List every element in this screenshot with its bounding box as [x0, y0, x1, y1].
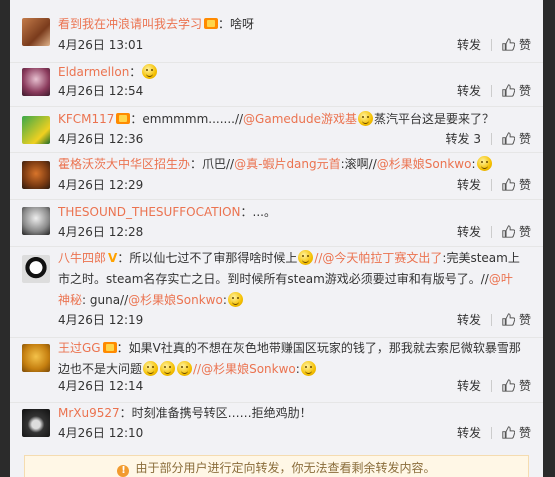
thumbs-up-icon [502, 379, 515, 392]
smile-emoji-icon [143, 361, 159, 376]
divider [490, 427, 492, 439]
thumbs-up-icon [502, 225, 515, 238]
timestamp: 4月26日 13:01 [58, 38, 144, 52]
smile-emoji-icon [300, 361, 316, 376]
mention-link[interactable]: @杉果娘Sonkwo [128, 293, 223, 307]
mention-link[interactable]: //@杉果娘Sonkwo [193, 362, 296, 376]
thumbs-up-icon [502, 313, 515, 326]
timestamp: 4月26日 12:14 [58, 379, 144, 393]
comment-text: ：啥呀 [218, 17, 255, 31]
mention-link[interactable]: //@今天帕拉丁赛文出了 [314, 251, 442, 265]
timestamp: 4月26日 12:36 [58, 132, 144, 146]
mention-link[interactable]: @杉果娘Sonkwo [377, 157, 472, 171]
member-badge-icon [204, 18, 219, 29]
divider [490, 39, 492, 51]
comment-item: 八牛四郎 V：所以仙七过不了审那得啥时候上//@今天帕拉丁赛文出了:完美steam… [10, 247, 543, 338]
like-button[interactable]: 赞 [502, 424, 531, 442]
forward-list-panel: 看到我在冲浪请叫我去学习 ：啥呀 4月26日 13:01 转发 赞 Eldarme… [10, 0, 543, 477]
like-button[interactable]: 赞 [502, 130, 531, 148]
user-name[interactable]: 看到我在冲浪请叫我去学习 [58, 17, 202, 31]
like-button[interactable]: 赞 [502, 82, 531, 100]
comment-item: 看到我在冲浪请叫我去学习 ：啥呀 4月26日 13:01 转发 赞 [10, 0, 543, 63]
avatar[interactable] [22, 255, 50, 283]
like-button[interactable]: 赞 [502, 36, 531, 54]
forward-button[interactable]: 转发 [457, 311, 481, 329]
smile-emoji-icon [227, 292, 243, 307]
avatar[interactable] [22, 18, 50, 46]
restricted-forward-notice: ! 由于部分用户进行定向转发，你无法查看剩余转发内容。 [24, 455, 529, 477]
user-name[interactable]: MrXu9527 [58, 406, 120, 420]
smile-emoji-icon [298, 250, 314, 265]
forward-button[interactable]: 转发 [457, 36, 481, 54]
divider [490, 226, 492, 238]
member-badge-icon [116, 113, 131, 124]
smile-emoji-icon [160, 361, 176, 376]
comment-item: THESOUND_THESUFFOCATION：...。 4月26日 12:28… [10, 200, 543, 247]
timestamp: 4月26日 12:29 [58, 178, 144, 192]
divider [490, 380, 492, 392]
user-name[interactable]: 霍格沃茨大中华区招生办 [58, 157, 190, 171]
divider [490, 85, 492, 97]
forward-button[interactable]: 转发 [457, 223, 481, 241]
mention-link[interactable]: @Gamedude游戏基 [243, 112, 357, 126]
like-button[interactable]: 赞 [502, 311, 531, 329]
timestamp: 4月26日 12:10 [58, 426, 144, 440]
verified-v-icon: V [108, 251, 118, 265]
avatar[interactable] [22, 116, 50, 144]
comment-text: ： [129, 65, 142, 79]
comment-text: ：时刻准备携号转区……拒绝鸡肋！ [119, 406, 312, 420]
forward-button[interactable]: 转发 3 [446, 130, 481, 148]
mention-link[interactable]: @真-蝦片dang元首 [234, 157, 341, 171]
timestamp: 4月26日 12:19 [58, 313, 144, 327]
forward-button[interactable]: 转发 [457, 176, 481, 194]
user-name[interactable]: Eldarmellon [58, 65, 129, 79]
divider [490, 314, 492, 326]
forward-button[interactable]: 转发 [457, 424, 481, 442]
user-name[interactable]: 八牛四郎 [58, 251, 106, 265]
comment-item: 王过GG ：如果V社真的不想在灰色地带赚国区玩家的钱了，那我就去索尼微软暴雪那边也… [10, 338, 543, 403]
laugh-emoji-icon [358, 111, 373, 126]
timestamp: 4月26日 12:28 [58, 225, 144, 239]
avatar[interactable] [22, 344, 50, 372]
like-button[interactable]: 赞 [502, 176, 531, 194]
thumbs-up-icon [502, 132, 515, 145]
member-badge-icon [102, 342, 117, 353]
comment-item: 霍格沃茨大中华区招生办：爪巴//@真-蝦片dang元首:滚啊//@杉果娘Sonk… [10, 153, 543, 200]
forward-button[interactable]: 转发 [457, 82, 481, 100]
comment-text: ：...。 [240, 205, 276, 219]
smile-emoji-icon [476, 156, 492, 171]
thumbs-up-icon [502, 426, 515, 439]
like-button[interactable]: 赞 [502, 377, 531, 395]
like-button[interactable]: 赞 [502, 223, 531, 241]
thumbs-up-icon [502, 84, 515, 97]
avatar[interactable] [22, 207, 50, 235]
divider [490, 179, 492, 191]
warning-icon: ! [117, 465, 130, 477]
thumbs-up-icon [502, 178, 515, 191]
divider [490, 133, 492, 145]
comment-item: KFCM117 ：emmmmm.......//@Gamedude游戏基 蒸汽平台这… [10, 107, 543, 153]
user-name[interactable]: KFCM117 [58, 112, 114, 126]
user-name[interactable]: THESOUND_THESUFFOCATION [58, 205, 241, 219]
comment-item: Eldarmellon： 4月26日 12:54 转发 赞 [10, 63, 543, 107]
forward-button[interactable]: 转发 [457, 377, 481, 395]
avatar[interactable] [22, 68, 50, 96]
smile-emoji-icon [142, 64, 158, 79]
avatar[interactable] [22, 409, 50, 437]
avatar[interactable] [22, 161, 50, 189]
smile-emoji-icon [177, 361, 193, 376]
thumbs-up-icon [502, 38, 515, 51]
user-name[interactable]: 王过GG [58, 341, 101, 355]
timestamp: 4月26日 12:54 [58, 84, 144, 98]
comment-item: MrXu9527：时刻准备携号转区……拒绝鸡肋！ 4月26日 12:10 转发 … [10, 403, 543, 447]
